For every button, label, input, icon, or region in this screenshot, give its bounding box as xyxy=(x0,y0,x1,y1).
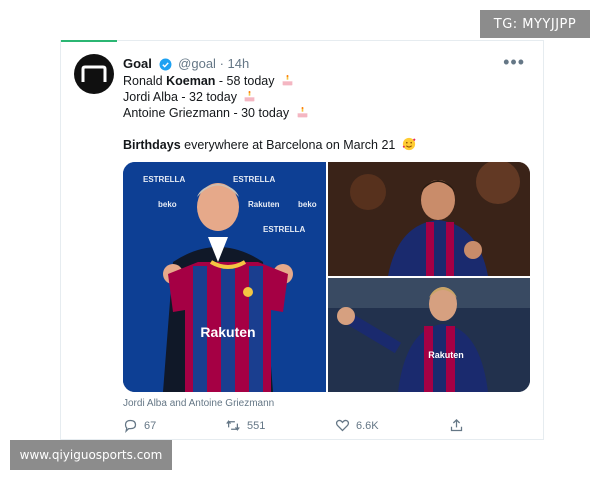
closing-bold: Birthdays xyxy=(123,138,181,152)
watermark-bottom: www.qiyiguosports.com xyxy=(10,440,172,470)
reply-icon xyxy=(124,419,137,433)
cake-icon xyxy=(245,91,255,102)
photo-griezmann-illustration: Rakuten xyxy=(328,278,530,392)
backdrop-estrella-2: ESTRELLA xyxy=(233,175,275,184)
media-grid[interactable]: ESTRELLA ESTRELLA beko Rakuten beko ESTR… xyxy=(123,162,530,392)
tweet-card: Goal @goal · 14h ••• Ronald Koeman - 58 … xyxy=(60,40,544,440)
text-line-closing: Birthdays everywhere at Barcelona on Mar… xyxy=(123,137,533,153)
reply-count: 67 xyxy=(144,419,157,432)
like-button[interactable]: 6.6K xyxy=(335,418,379,433)
backdrop-estrella-1: ESTRELLA xyxy=(143,175,185,184)
retweet-icon xyxy=(226,420,240,431)
tweet-actions: 67 551 6.6K xyxy=(123,418,523,436)
timestamp[interactable]: 14h xyxy=(228,56,250,71)
separator-dot: · xyxy=(219,56,224,71)
text-line-alba: Jordi Alba - 32 today xyxy=(123,89,533,105)
photo-koeman-illustration: ESTRELLA ESTRELLA beko Rakuten beko ESTR… xyxy=(123,162,326,392)
verified-icon xyxy=(159,58,171,71)
cake-icon xyxy=(282,75,293,86)
photo-jordi-alba[interactable] xyxy=(328,162,530,276)
watermark-top: TG: MYYJJPP xyxy=(480,10,590,38)
reply-button[interactable]: 67 xyxy=(123,418,156,433)
line-1-suffix: - 58 today xyxy=(215,74,275,88)
more-icon[interactable]: ••• xyxy=(503,52,525,73)
text-line-koeman: Ronald Koeman - 58 today xyxy=(123,73,533,89)
avatar[interactable] xyxy=(74,54,114,94)
author-handle[interactable]: @goal xyxy=(178,56,216,71)
line-1-bold: Koeman xyxy=(166,74,216,88)
smiling-face-with-hearts-icon xyxy=(402,137,416,151)
line-2-text: Jordi Alba - 32 today xyxy=(123,90,237,104)
line-1-prefix: Ronald xyxy=(123,74,167,88)
griezmann-shirt-sponsor: Rakuten xyxy=(428,350,464,360)
media-caption: Jordi Alba and Antoine Griezmann xyxy=(123,398,275,409)
tweet-text: Ronald Koeman - 58 today Jordi Alba - 32… xyxy=(123,73,533,153)
text-line-griezmann: Antoine Griezmann - 30 today xyxy=(123,105,533,121)
retweet-button[interactable]: 551 xyxy=(225,418,265,433)
top-accent-bar xyxy=(61,40,117,42)
backdrop-estrella-3: ESTRELLA xyxy=(263,225,305,234)
shirt-sponsor-text: Rakuten xyxy=(200,324,255,340)
share-icon xyxy=(450,418,463,432)
backdrop-brand-2: beko xyxy=(298,200,317,209)
backdrop-sponsor-1: Rakuten xyxy=(248,200,280,209)
line-3-text: Antoine Griezmann - 30 today xyxy=(123,106,290,120)
photo-alba-illustration xyxy=(328,162,530,276)
like-count: 6.6K xyxy=(356,419,379,432)
share-button[interactable] xyxy=(449,418,464,433)
closing-text: everywhere at Barcelona on March 21 xyxy=(180,138,396,152)
backdrop-brand-1: beko xyxy=(158,200,177,209)
goal-logo-icon xyxy=(81,65,107,82)
cake-icon xyxy=(297,107,307,118)
retweet-count: 551 xyxy=(247,419,266,432)
like-icon xyxy=(335,419,350,432)
photo-koeman[interactable]: ESTRELLA ESTRELLA beko Rakuten beko ESTR… xyxy=(123,162,326,392)
author-name[interactable]: Goal xyxy=(123,56,152,71)
photo-griezmann[interactable]: Rakuten xyxy=(328,278,530,392)
